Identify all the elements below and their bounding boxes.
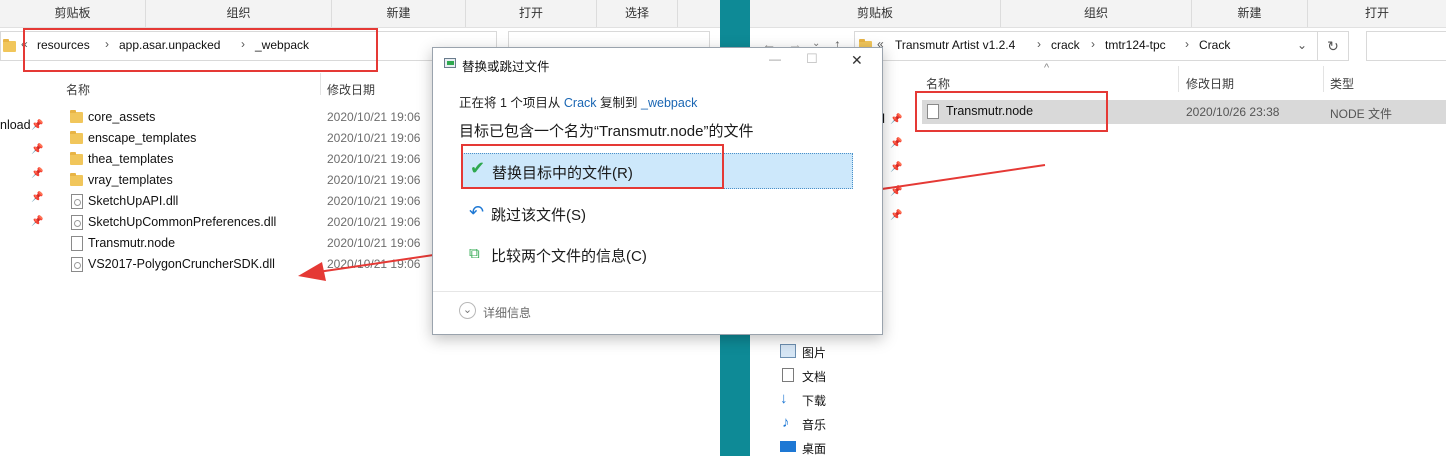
dialog-divider [433, 291, 882, 292]
source-folder-link[interactable]: Crack [564, 96, 597, 110]
skip-file-option[interactable]: ↶ 跳过该文件(S) [461, 196, 851, 230]
close-button[interactable]: ✕ [851, 52, 863, 69]
status-prefix: 正在将 1 个项目从 [459, 96, 561, 110]
expand-chevron-icon[interactable]: ⌄ [459, 302, 476, 319]
status-mid: 复制到 [600, 96, 638, 110]
skip-arrow-icon: ↶ [469, 202, 485, 222]
minimize-button[interactable]: — [769, 52, 781, 66]
dialog-title: 替换或跳过文件 [462, 60, 550, 74]
replace-or-skip-dialog: 替换或跳过文件 — ☐ ✕ 正在将 1 个项目从 Crack 复制到 _webp… [432, 47, 883, 335]
skip-option-label: 跳过该文件(S) [491, 207, 586, 224]
copy-files-icon [444, 58, 456, 68]
maximize-button[interactable]: ☐ [806, 51, 818, 67]
details-toggle[interactable]: 详细信息 [483, 304, 531, 321]
conflict-heading: 目标已包含一个名为“Transmutr.node”的文件 [459, 123, 754, 140]
highlight-box-replace [461, 144, 724, 189]
compare-option-label: 比较两个文件的信息(C) [491, 248, 647, 265]
destination-folder-link[interactable]: _webpack [641, 96, 697, 110]
compare-files-icon: ⧉ [469, 245, 480, 262]
arrow-head [298, 262, 326, 281]
copy-status-line: 正在将 1 个项目从 Crack 复制到 _webpack [459, 92, 697, 111]
compare-files-option[interactable]: ⧉ 比较两个文件的信息(C) [461, 237, 851, 271]
